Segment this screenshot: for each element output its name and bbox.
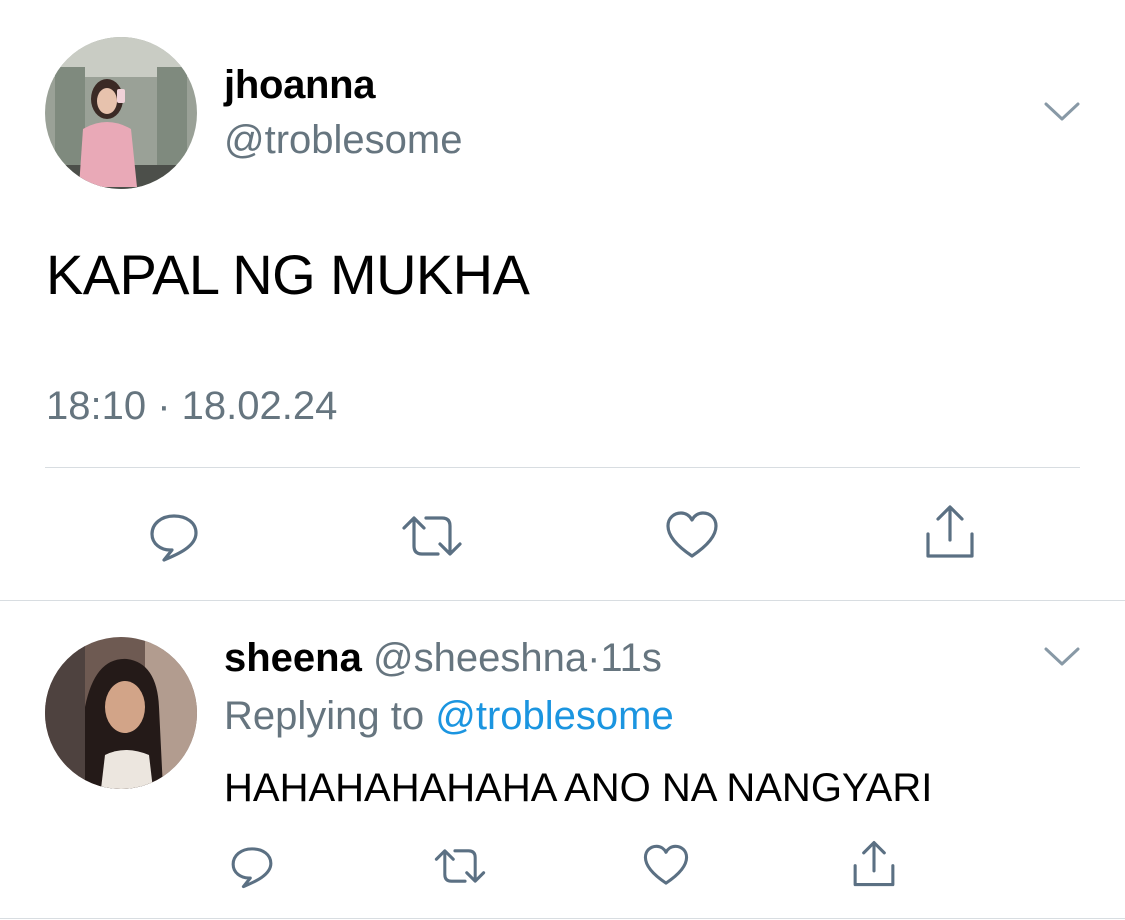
replying-to-mention[interactable]: @troblesome [435,694,673,738]
chevron-down-icon[interactable] [1042,98,1082,126]
replying-to-label: Replying to [224,694,425,738]
reply-text: HAHAHAHAHAHA ANO NA NANGYARI [224,766,933,810]
like-button[interactable] [638,838,694,894]
retweet-icon [434,849,486,883]
reply-avatar[interactable] [45,637,197,789]
retweet-button[interactable] [430,838,490,894]
retweet-button[interactable] [400,504,464,568]
main-tweet-text: KAPAL NG MUKHA [46,243,530,306]
dot-separator: · [587,636,601,680]
reply-icon [231,847,273,889]
reply-header: sheena @sheeshna·11s [224,636,662,681]
retweet-icon [402,516,462,556]
divider [45,467,1080,468]
main-tweet-display-name[interactable]: jhoanna [224,63,376,108]
share-button[interactable] [846,836,902,892]
like-button[interactable] [660,504,724,568]
main-tweet-avatar[interactable] [45,37,197,189]
like-icon [643,844,689,885]
reply-display-name[interactable]: sheena [224,636,362,680]
thread-separator [0,600,1125,601]
share-icon [853,841,895,887]
reply-icon [150,514,198,562]
share-icon [926,505,974,558]
share-button[interactable] [918,500,982,564]
reply-button[interactable] [142,504,206,568]
chevron-down-icon[interactable] [1042,643,1082,671]
profile-photo-icon [45,637,197,789]
profile-photo-icon [45,37,197,189]
reply-handle[interactable]: @sheeshna [373,636,587,680]
divider [0,918,1125,919]
reply-age[interactable]: 11s [600,636,662,680]
replying-to-line: Replying to @troblesome [224,694,674,739]
main-tweet-timestamp[interactable]: 18:10 · 18.02.24 [46,384,337,429]
reply-button[interactable] [224,838,280,894]
main-tweet-handle[interactable]: @troblesome [224,118,462,163]
like-icon [666,511,718,558]
